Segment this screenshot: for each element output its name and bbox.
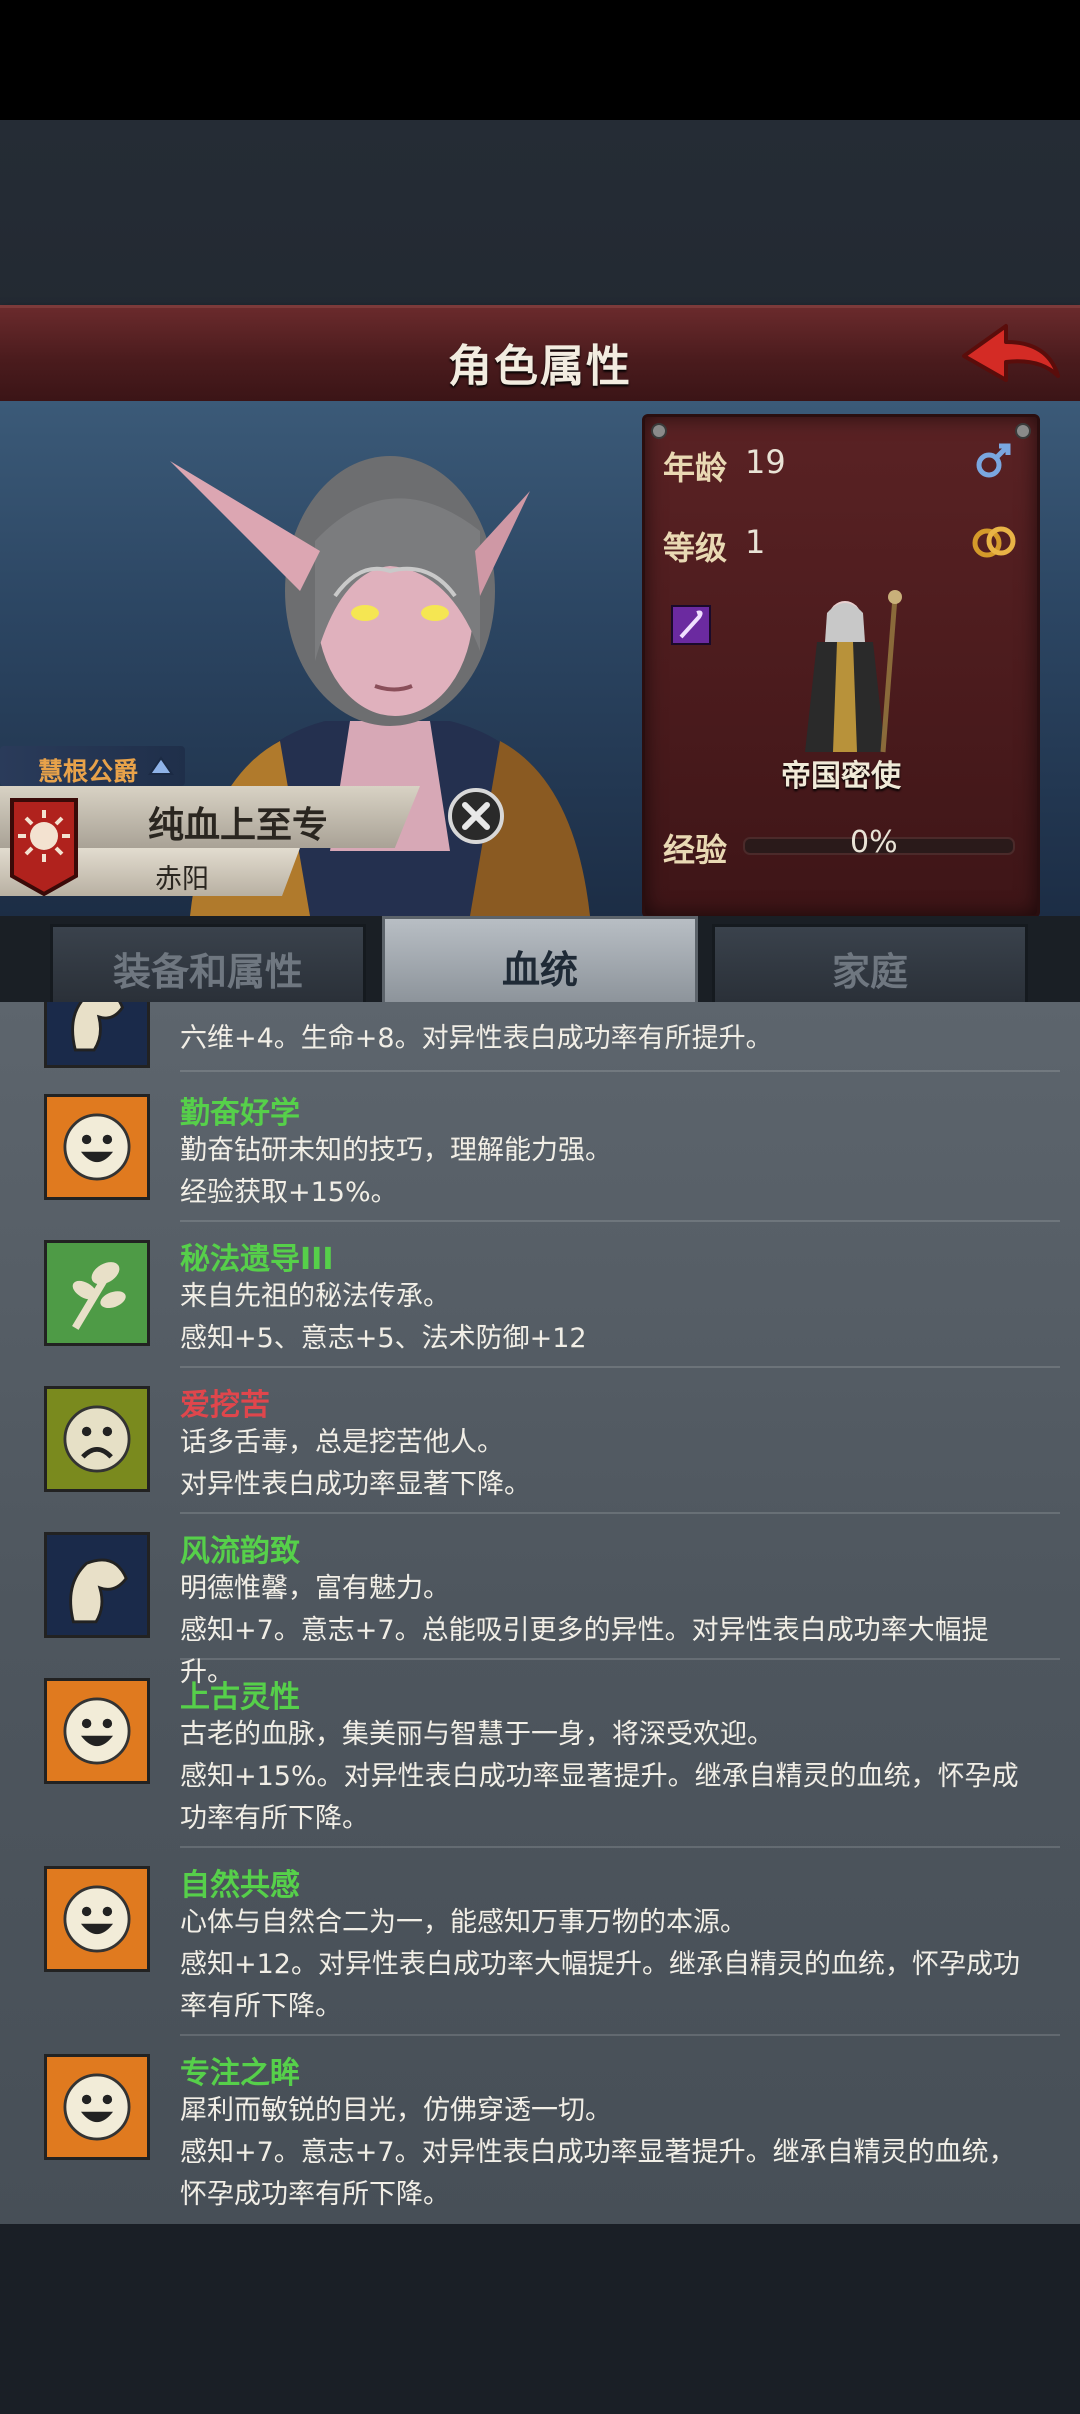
divider [180,1220,1060,1222]
divider [180,1512,1060,1514]
tab-bloodline[interactable]: 血统 [382,916,698,1002]
trait-desc: 感知+15%。对异性表白成功率显著提升。继承自精灵的血统，怀孕成 [180,1761,1019,1792]
trait-desc: 古老的血脉，集美丽与智慧于一身，将深受欢迎。 [180,1719,774,1750]
age-label: 年龄 [663,449,728,487]
page-title: 角色属性 [448,341,632,392]
tab-label: 装备和属性 [112,950,303,994]
close-icon[interactable] [446,786,506,846]
trait-list[interactable]: 六维+4。生命+8。对异性表白成功率有所提升。 勤奋好学 勤奋钻研未知的技巧，理… [0,1002,1080,2224]
rank-chevron-icon [148,756,174,775]
trait-name: 爱挖苦 [180,1388,270,1423]
trait-desc: 犀利而敏锐的目光，仿佛穿透一切。 [180,2095,612,2126]
title-bar: 角色属性 [0,305,1080,408]
divider [180,1846,1060,1848]
trait-desc: 功率有所下降。 [180,1803,369,1834]
trait-name: 秘法遗导III [180,1242,334,1277]
trait-desc: 对异性表白成功率显著下降。 [180,1469,531,1500]
smiley-face-icon [44,2054,150,2160]
trait-name: 上古灵性 [180,1680,300,1715]
trait-desc: 勤奋钻研未知的技巧，理解能力强。 [180,1135,612,1166]
tab-label: 血统 [501,948,578,992]
age-value: 19 [745,443,786,481]
staff-skill-icon[interactable] [671,605,711,645]
trait-desc: 怀孕成功率有所下降。 [180,2179,450,2210]
level-value: 1 [745,523,766,561]
noble-title-badge: 慧根公爵 [0,746,185,786]
male-icon [976,443,1011,478]
character-place: 赤阳 [155,864,209,895]
trait-desc: 率有所下降。 [180,1991,342,2022]
exp-value: 0% [850,825,898,860]
status-bar [0,0,1080,120]
trait-desc: 明德惟馨，富有魅力。 [180,1573,450,1604]
trait-desc: 感知+7。意志+7。对异性表白成功率显著提升。继承自精灵的血统， [180,2137,1016,2168]
rivet [1015,423,1031,439]
trait-desc: 话多舌毒，总是挖苦他人。 [180,1427,504,1458]
smiley-face-icon [44,1678,150,1784]
character-name: 纯血上至专 [148,805,329,846]
trait-name: 勤奋好学 [180,1096,300,1131]
flexed-arm-icon [44,1532,150,1638]
rivet [651,423,667,439]
divider [180,2034,1060,2036]
class-name: 帝国密使 [781,759,901,794]
divider [180,1658,1060,1660]
exp-label: 经验 [663,831,728,869]
tab-bar: 装备和属性 血统 家庭 [0,916,1080,1002]
smiley-face-icon [44,1866,150,1972]
back-arrow-icon[interactable] [956,318,1066,398]
frown-face-icon [44,1386,150,1492]
trait-desc: 感知+7。意志+7。总能吸引更多的异性。对异性表白成功率大幅提升。 [180,1615,989,1688]
tab-family[interactable]: 家庭 [712,924,1028,1002]
smiley-face-icon [44,1094,150,1200]
list-item: 六维+4。生命+8。对异性表白成功率有所提升。 [0,1002,1080,1072]
divider [180,1366,1060,1368]
class-figure [805,590,902,753]
tab-equipment[interactable]: 装备和属性 [50,924,366,1002]
trait-desc: 感知+12。对异性表白成功率大幅提升。继承自精灵的血统，怀孕成功 [180,1949,1020,1980]
trait-desc: 来自先祖的秘法传承。 [180,1281,450,1312]
noble-title: 慧根公爵 [38,757,139,786]
trait-name: 自然共感 [180,1868,300,1903]
ring-icon[interactable] [971,521,1017,561]
trait-desc: 感知+5、意志+5、法术防御+12 [180,1323,587,1354]
leaf-branch-icon [44,1240,150,1346]
trait-desc: 六维+4。生命+8。对异性表白成功率有所提升。 [180,1023,773,1054]
level-label: 等级 [663,529,728,567]
tab-label: 家庭 [831,950,908,994]
trait-desc: 经验获取+15%。 [180,1177,398,1208]
flexed-arm-icon [44,1002,150,1068]
divider [180,1070,1060,1072]
trait-desc: 心体与自然合二为一，能感知万事万物的本源。 [180,1907,747,1938]
stats-card: 年龄 19 等级 1 帝国密使 经验 0% [642,414,1040,918]
crest-sun-icon [10,798,78,896]
bottom-area [0,2224,1080,2414]
trait-name: 风流韵致 [180,1534,300,1569]
trait-name: 专注之眸 [180,2056,300,2091]
